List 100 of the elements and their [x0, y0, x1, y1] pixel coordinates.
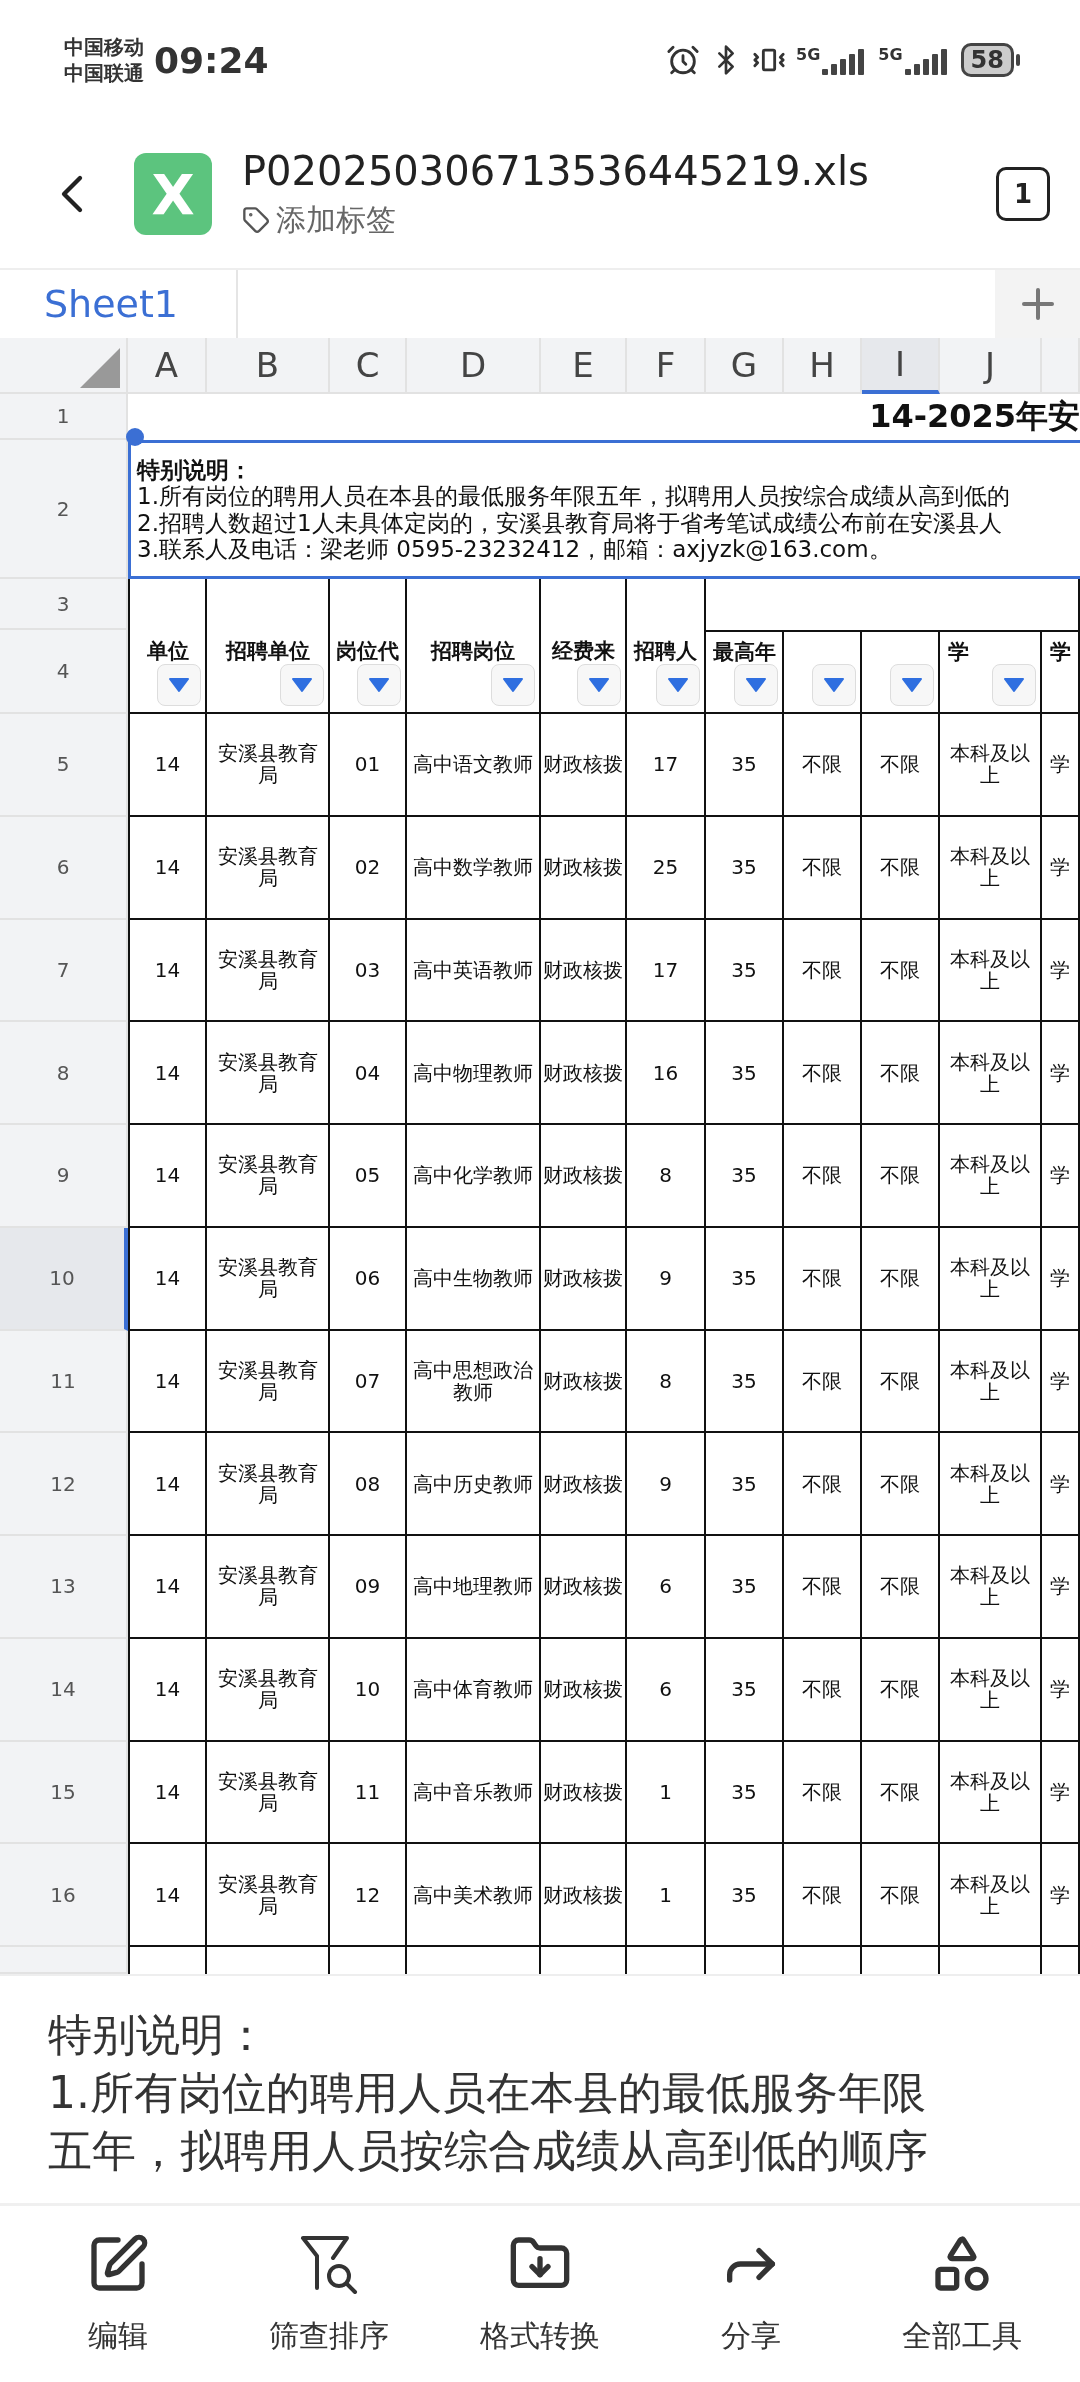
table-cell: 35: [706, 919, 784, 1023]
dropdown-triangle-icon: [368, 677, 390, 693]
row-header[interactable]: 14: [0, 1638, 128, 1742]
table-cell: 高中地理教师: [407, 1536, 541, 1639]
row-header[interactable]: 12: [0, 1433, 128, 1536]
filter-button[interactable]: [577, 664, 621, 706]
table-cell: 不限: [862, 1022, 940, 1125]
table-cell: 35: [706, 1227, 784, 1331]
window-count-button[interactable]: 1: [996, 167, 1050, 221]
table-cell: 安溪县教育局: [207, 1844, 330, 1947]
notes-heading: 特别说明：: [137, 456, 253, 484]
column-title: 岗位代: [335, 638, 400, 665]
filter-button[interactable]: [734, 664, 778, 706]
table-cell: 08: [330, 1433, 407, 1536]
table-cell: 14: [128, 1022, 207, 1125]
table-cell: 17: [627, 714, 706, 817]
table-cell: 学: [1042, 1433, 1080, 1536]
filter-button[interactable]: [890, 664, 934, 706]
filter-button[interactable]: [157, 664, 201, 706]
column-title: 学: [1050, 639, 1071, 666]
column-header[interactable]: D: [407, 338, 541, 394]
select-all-icon[interactable]: [80, 348, 120, 388]
column-header[interactable]: J: [940, 338, 1042, 394]
table-cell: 14: [128, 1227, 207, 1331]
column-header[interactable]: G: [706, 338, 784, 394]
row-header[interactable]: 15: [0, 1741, 128, 1845]
table-cell: 安溪县教育局: [207, 1741, 330, 1845]
table-cell: 6: [627, 1638, 706, 1742]
table-cell: 高中数学教师: [407, 816, 541, 920]
column-title: 经费来: [550, 638, 616, 665]
table-cell: 学: [1042, 1536, 1080, 1639]
dropdown-triangle-icon: [823, 677, 845, 693]
row-header[interactable]: 10: [0, 1227, 128, 1331]
filter-button[interactable]: [656, 664, 700, 706]
table-cell: 学: [1042, 919, 1080, 1023]
table-cell: 不限: [862, 1741, 940, 1845]
table-cell: 35: [706, 1125, 784, 1228]
table-cell: 不限: [784, 1227, 862, 1331]
table-cell: 不限: [784, 919, 862, 1023]
table-cell: 不限: [784, 1536, 862, 1639]
filter-button[interactable]: [992, 664, 1036, 706]
column-header[interactable]: F: [627, 338, 706, 394]
table-cell: 25: [627, 816, 706, 920]
row-header[interactable]: 7: [0, 919, 128, 1023]
toolbar-button[interactable]: 筛查排序: [229, 2206, 429, 2382]
network-type: 5G: [796, 45, 821, 64]
row-header[interactable]: 8: [0, 1022, 128, 1125]
table-cell: 学: [1042, 1022, 1080, 1125]
table-cell: 06: [330, 1227, 407, 1331]
column-header[interactable]: A: [128, 338, 207, 394]
toolbar-button[interactable]: 编辑: [18, 2206, 218, 2382]
column-header[interactable]: C: [330, 338, 407, 394]
sheet-title: 14-2025年安: [869, 396, 1080, 437]
selection-handle[interactable]: [126, 428, 144, 446]
row-header[interactable]: 11: [0, 1330, 128, 1434]
column-header[interactable]: E: [541, 338, 627, 394]
row-header[interactable]: 13: [0, 1536, 128, 1639]
table-cell: 14: [128, 1125, 207, 1228]
table-cell: 不限: [784, 1125, 862, 1228]
row-header[interactable]: 9: [0, 1125, 128, 1228]
row-header[interactable]: 6: [0, 816, 128, 920]
row-header[interactable]: 2: [0, 440, 128, 579]
table-cell: 安溪县教育局: [207, 1125, 330, 1228]
notes-line: 2.招聘人数超过1人未具体定岗的，安溪县教育局将于省考笔试成绩公布前在安溪县人: [137, 509, 1003, 536]
table-cell: 9: [627, 1433, 706, 1536]
column-header[interactable]: I: [862, 338, 940, 394]
table-cell: 6: [627, 1536, 706, 1639]
filter-button[interactable]: [357, 664, 401, 706]
table-cell: 财政核拨: [541, 1022, 627, 1125]
notes-cell[interactable]: 特别说明： 1.所有岗位的聘用人员在本县的最低服务年限五年，拟聘用人员按综合成绩从高到低的 2.招聘人数超过1人未具体定岗的，安溪县教育局将于省考笔试成绩公布前在安溪县人 3.联系人及电话：梁老师 0595-23232412，邮箱：axjyzk@163.com。: [128, 440, 1080, 579]
table-cell: 本科及以上: [940, 816, 1042, 920]
row-header[interactable]: 5: [0, 714, 128, 817]
table-cell: 财政核拨: [541, 1741, 627, 1845]
row-header[interactable]: 3: [0, 579, 128, 630]
table-cell: 1: [627, 1844, 706, 1947]
table-cell: 14: [128, 1536, 207, 1639]
table-cell: 11: [330, 1741, 407, 1845]
table-cell: 高中历史教师: [407, 1433, 541, 1536]
filter-button[interactable]: [280, 664, 324, 706]
toolbar-button[interactable]: 分享: [651, 2206, 851, 2382]
add-sheet-button[interactable]: [995, 270, 1080, 338]
filter-button[interactable]: [812, 664, 856, 706]
table-cell: 14: [128, 816, 207, 920]
table-cell: 财政核拨: [541, 919, 627, 1023]
toolbar-button[interactable]: 全部工具: [862, 2206, 1062, 2382]
row-header[interactable]: 16: [0, 1844, 128, 1947]
table-cell: 不限: [784, 1741, 862, 1845]
table-cell: 1: [627, 1741, 706, 1845]
table-cell: 14: [128, 919, 207, 1023]
column-header[interactable]: H: [784, 338, 862, 394]
column-header[interactable]: B: [207, 338, 330, 394]
row-header[interactable]: 4: [0, 630, 128, 714]
filter-button[interactable]: [491, 664, 535, 706]
table-cell: 学: [1042, 1741, 1080, 1845]
add-tag-link[interactable]: 添加标签: [276, 199, 396, 241]
table-cell: 09: [330, 1536, 407, 1639]
toolbar-button[interactable]: 格式转换: [440, 2206, 640, 2382]
row-header[interactable]: 1: [0, 394, 128, 440]
table-cell: 学: [1042, 816, 1080, 920]
dropdown-triangle-icon: [502, 677, 524, 693]
